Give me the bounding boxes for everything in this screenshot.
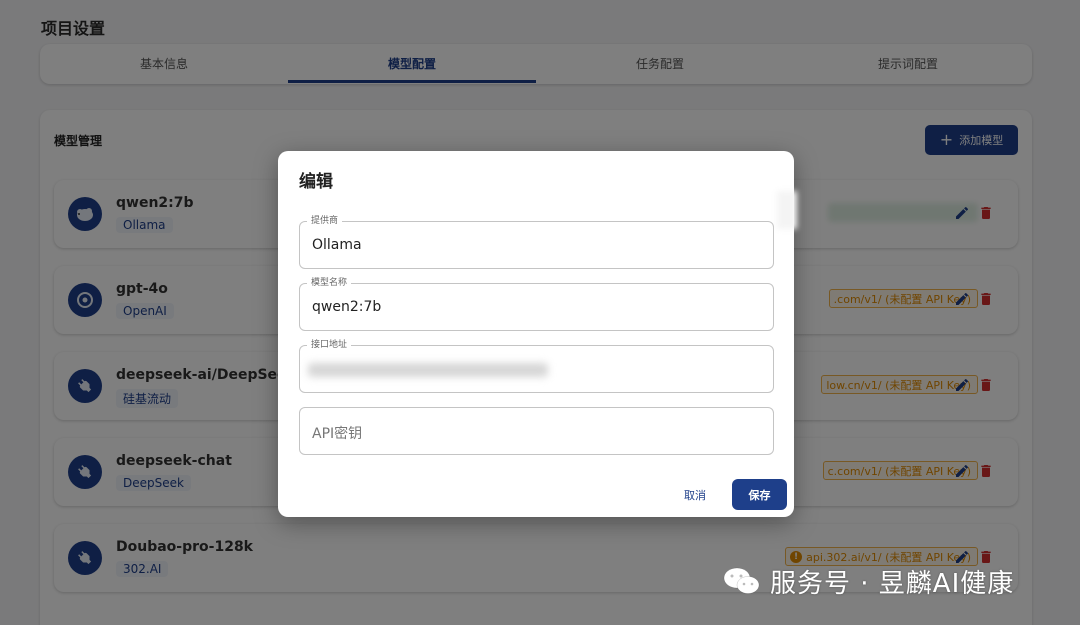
dialog-title: 编辑 (299, 172, 333, 192)
endpoint-field-value-redacted (308, 363, 548, 377)
provider-field[interactable]: 提供商 Ollama (299, 215, 774, 269)
save-button[interactable]: 保存 (732, 479, 787, 510)
endpoint-field-label: 接口地址 (307, 339, 352, 351)
model-name-field[interactable]: 模型名称 qwen2:7b (299, 277, 774, 331)
model-name-field-label: 模型名称 (307, 277, 352, 289)
watermark-text: 服务号 · 昱麟AI健康 (770, 568, 1015, 599)
provider-field-value: Ollama (312, 237, 362, 253)
wechat-icon (723, 567, 760, 594)
endpoint-field[interactable]: 接口地址 (299, 339, 774, 393)
watermark: 服务号 · 昱麟AI健康 (722, 561, 1014, 601)
api-key-field[interactable]: API密钥 (299, 407, 774, 455)
edit-model-dialog: 编辑 提供商 Ollama 模型名称 qwen2:7b 接口地址 API密钥 取… (278, 151, 794, 517)
model-name-field-value: qwen2:7b (312, 299, 382, 315)
api-key-placeholder: API密钥 (312, 426, 363, 442)
provider-field-label: 提供商 (307, 215, 343, 227)
cancel-button[interactable]: 取消 (684, 487, 706, 503)
redacted-area (777, 191, 797, 229)
